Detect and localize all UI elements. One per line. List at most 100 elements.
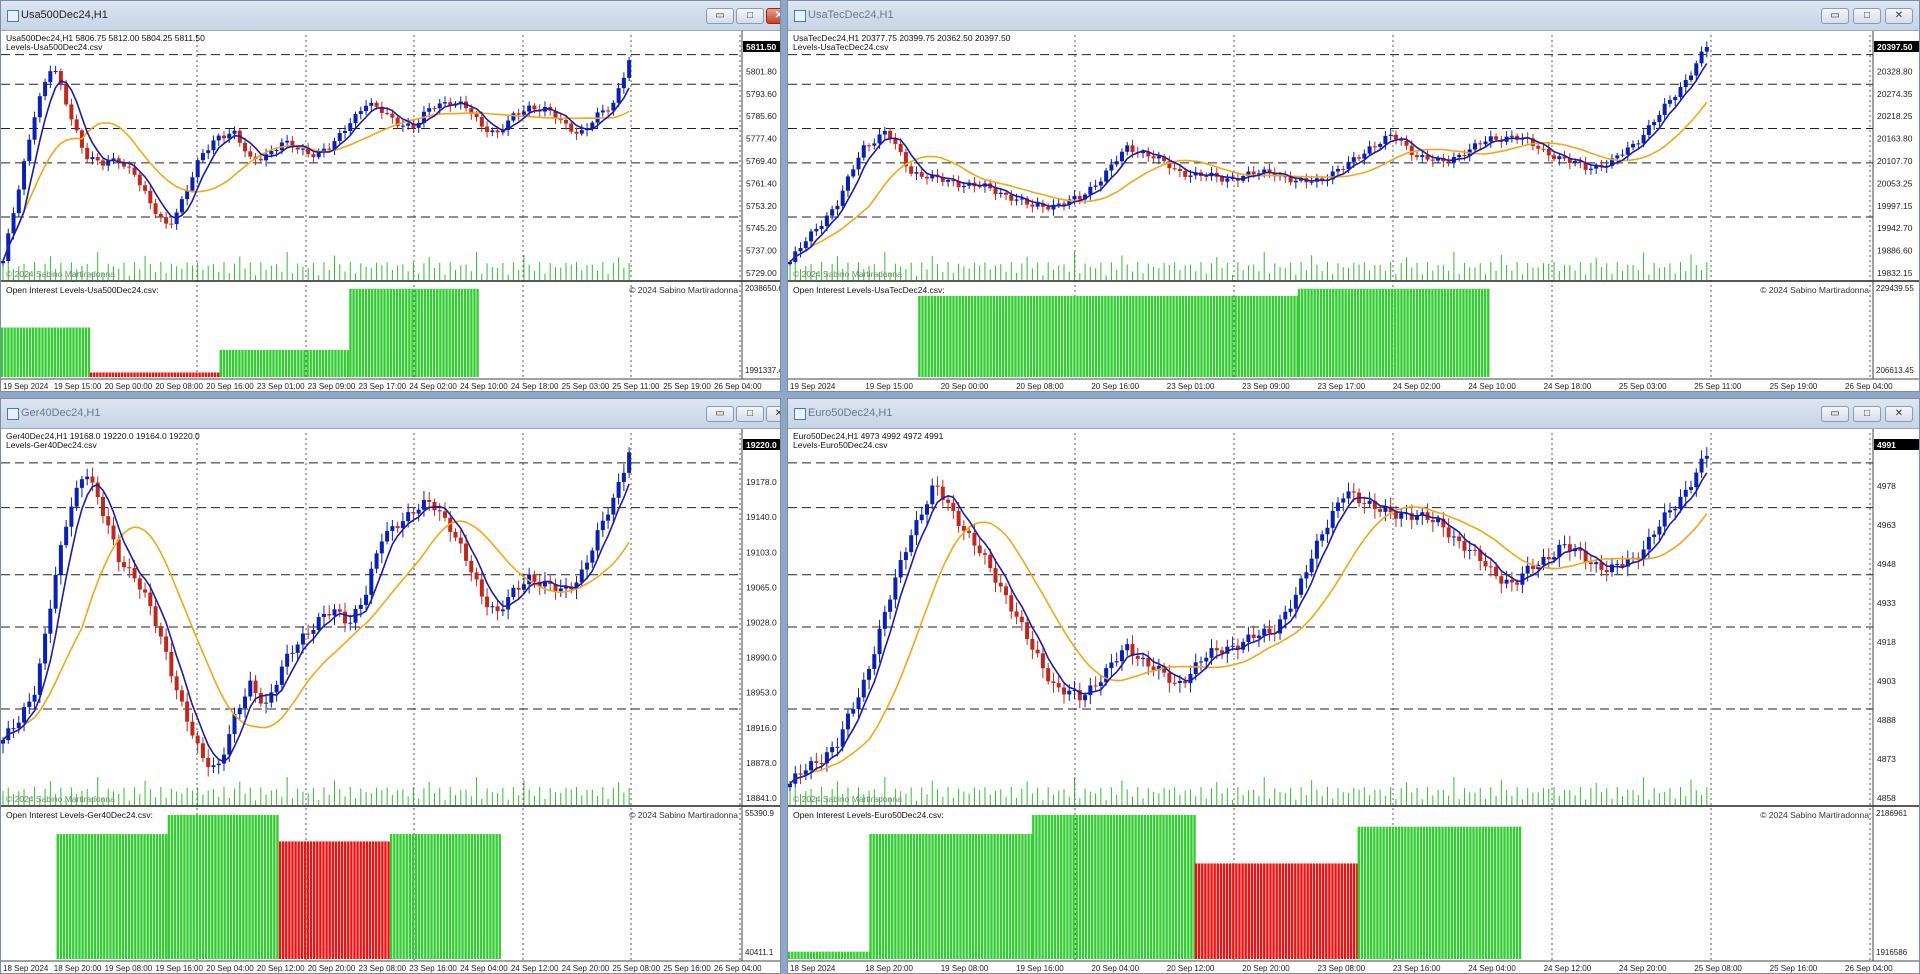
open-interest-bar	[1094, 814, 1097, 959]
candle-bullish	[1114, 161, 1119, 165]
current-price-label: 4991	[1877, 440, 1896, 450]
close-button[interactable]: ✕	[1885, 8, 1913, 24]
open-interest-bar	[423, 288, 427, 377]
open-interest-bar	[242, 814, 245, 959]
open-interest-bar	[1191, 296, 1194, 377]
open-interest-bar	[41, 327, 44, 377]
candle-bullish	[1314, 540, 1319, 559]
candle-bearish	[1040, 653, 1045, 669]
time-tick-label: 23 Sep 01:00	[257, 382, 305, 391]
open-interest-bar	[1150, 296, 1154, 377]
open-interest-bar	[432, 288, 436, 377]
candle-bullish	[279, 666, 284, 685]
candle-bearish	[1183, 171, 1188, 177]
open-interest-bar	[1026, 296, 1030, 377]
open-interest-bar	[1381, 288, 1385, 377]
candle-bullish	[1509, 135, 1514, 137]
open-interest-bar	[1356, 288, 1360, 377]
candle-bullish	[211, 140, 216, 151]
window-titlebar[interactable]: Euro50Dec24,H1 ▭ □ ✕	[788, 399, 1919, 429]
chart-window-usa500[interactable]: Usa500Dec24,H1 ▭ □ ✕ 5809.605801.805793.…	[0, 0, 781, 392]
open-interest-bar	[1041, 814, 1044, 959]
open-interest-bar	[328, 841, 331, 959]
window-titlebar[interactable]: UsaTecDec24,H1 ▭ □ ✕	[788, 1, 1919, 31]
open-interest-bar	[448, 288, 451, 377]
chart-window-ger40[interactable]: Ger40Dec24,H1 ▭ □ ✕ 19215.019178.019140.…	[0, 398, 781, 974]
open-interest-bar	[1032, 814, 1035, 959]
candle-bullish	[358, 604, 363, 609]
candle-bearish	[1177, 168, 1182, 172]
open-interest-bar	[1197, 296, 1200, 377]
chart-area[interactable]: 19215.019178.019140.019103.019065.019028…	[1, 429, 781, 974]
candle-bullish	[1299, 578, 1304, 595]
open-interest-bar	[384, 841, 387, 959]
open-interest-bar	[297, 350, 300, 377]
window-titlebar[interactable]: Usa500Dec24,H1 ▭ □ ✕	[1, 1, 780, 31]
open-interest-bar	[380, 288, 383, 377]
open-interest-bar	[1293, 296, 1296, 377]
open-interest-bar	[993, 834, 996, 959]
open-interest-bar	[1497, 826, 1500, 959]
open-interest-bar	[1122, 814, 1125, 959]
chart-window-euro50[interactable]: Euro50Dec24,H1 ▭ □ ✕ 4993497849634948493…	[787, 398, 1920, 974]
open-interest-bar	[1363, 288, 1366, 377]
open-interest-bar	[429, 288, 433, 377]
close-button[interactable]: ✕	[766, 406, 780, 422]
chart-area[interactable]: 4993497849634948493349184903488848734858…	[788, 429, 1920, 974]
open-interest-bar	[259, 350, 263, 377]
candle-bullish	[332, 609, 337, 616]
maximize-button[interactable]: □	[1853, 8, 1881, 24]
window-titlebar[interactable]: Ger40Dec24,H1 ▭ □ ✕	[1, 399, 780, 429]
candle-bullish	[11, 728, 16, 730]
open-interest-bar	[442, 288, 445, 377]
minimize-button[interactable]: ▭	[1821, 8, 1849, 24]
open-interest-bar	[1044, 814, 1047, 959]
close-button[interactable]: ✕	[766, 8, 780, 24]
open-interest-bar	[381, 841, 384, 959]
candle-bullish	[909, 535, 914, 553]
time-tick-label: 19 Sep 2024	[3, 382, 49, 391]
open-interest-bar	[1415, 288, 1419, 377]
candle-bearish	[814, 761, 819, 764]
candle-bullish	[1704, 455, 1709, 459]
candle-bearish	[919, 172, 924, 177]
candle-bearish	[190, 721, 195, 736]
open-interest-bar	[955, 296, 958, 377]
chart-window-usatec[interactable]: UsaTecDec24,H1 ▭ □ ✕ 20383.7520328.80202…	[787, 0, 1920, 392]
minimize-button[interactable]: ▭	[1821, 406, 1849, 422]
chart-area[interactable]: 20383.7520328.8020274.3520218.2520163.80…	[788, 31, 1920, 392]
open-interest-bar	[806, 951, 809, 959]
open-interest-bar	[1118, 814, 1122, 959]
maximize-button[interactable]: □	[736, 8, 764, 24]
candle-bearish	[432, 501, 437, 511]
open-interest-bar	[1051, 296, 1054, 377]
price-tick-label: 19140.0	[746, 512, 777, 522]
candle-bullish	[1, 740, 5, 744]
restore-button[interactable]: ▭	[706, 8, 734, 24]
candle-bearish	[200, 743, 205, 758]
open-interest-bar	[161, 372, 164, 377]
candle-bearish	[909, 166, 914, 174]
candle-bullish	[1204, 657, 1209, 662]
open-interest-bar	[1091, 814, 1094, 959]
candle-bearish	[495, 130, 500, 133]
open-interest-bar	[1036, 296, 1039, 377]
open-interest-bar	[1246, 296, 1250, 377]
open-interest-bar	[1063, 296, 1067, 377]
candle-bullish	[374, 553, 379, 569]
candle-bearish	[1025, 622, 1030, 639]
open-interest-bar	[355, 288, 358, 377]
open-interest-bar	[343, 841, 347, 959]
candle-bullish	[1541, 556, 1546, 565]
candle-bullish	[1056, 203, 1061, 205]
chart-area[interactable]: 5809.605801.805793.605785.605777.405769.…	[1, 31, 781, 392]
maximize-button[interactable]: □	[736, 406, 764, 422]
candle-bearish	[1251, 634, 1256, 638]
candle-bullish	[1225, 178, 1230, 182]
candle-bearish	[1167, 672, 1172, 683]
close-button[interactable]: ✕	[1885, 406, 1913, 422]
open-interest-bar	[1054, 296, 1057, 377]
minimize-button[interactable]: ▭	[706, 406, 734, 422]
candle-bullish	[500, 609, 505, 612]
maximize-button[interactable]: □	[1853, 406, 1881, 422]
